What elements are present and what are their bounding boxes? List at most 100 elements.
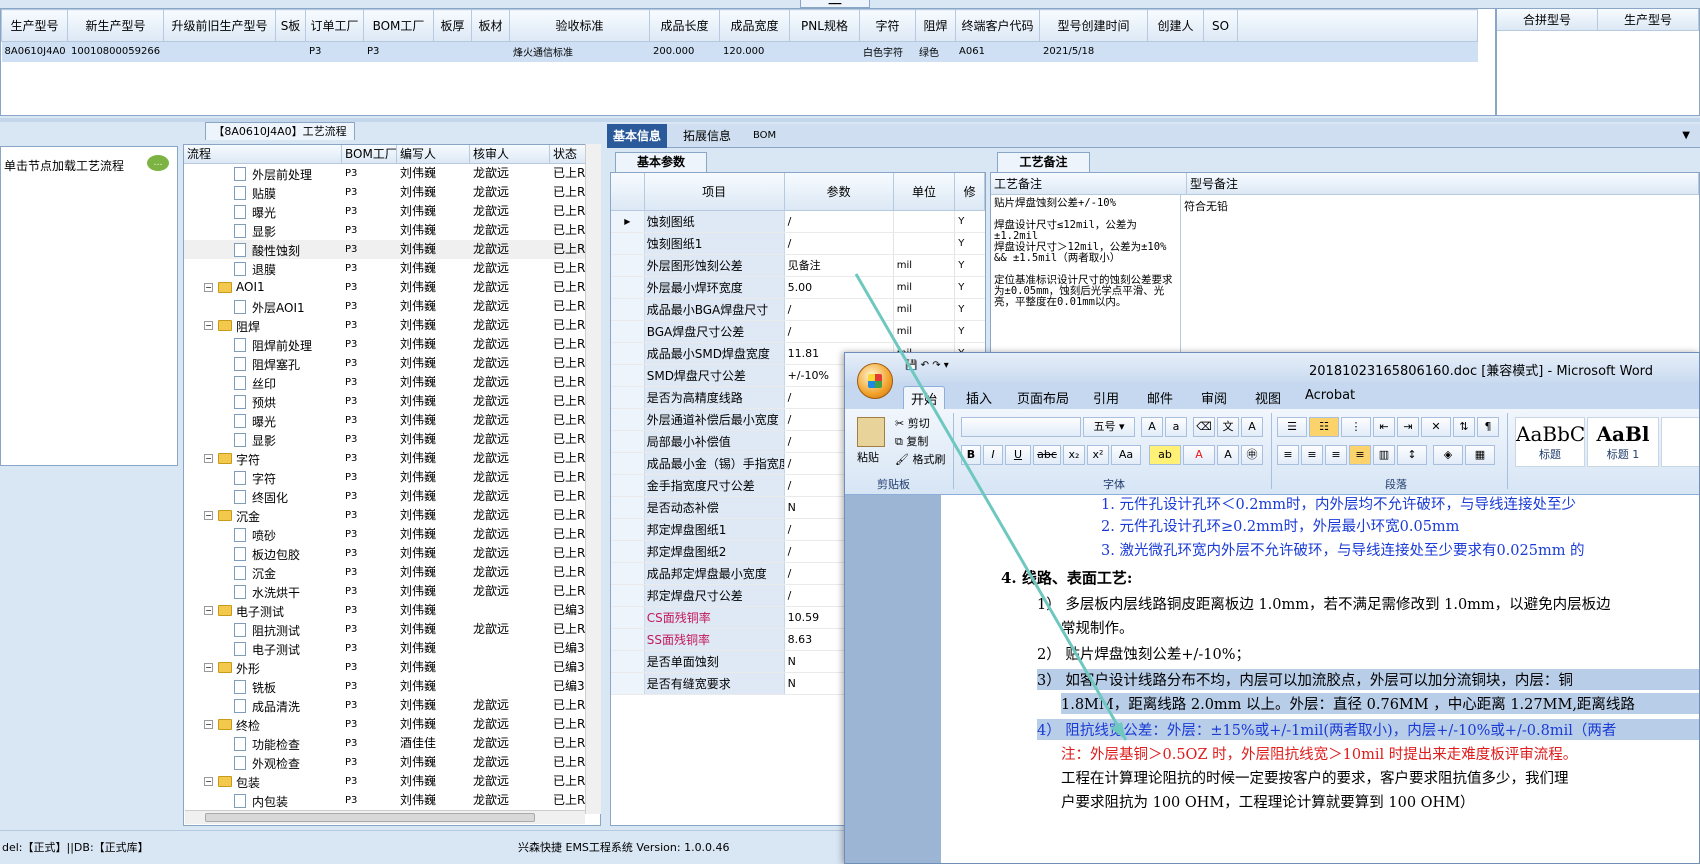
tree-row[interactable]: 酸性蚀刻 P3 刘伟巍 龙歆远 已上R (184, 240, 600, 259)
model-cell[interactable]: 白色字符 (859, 41, 916, 62)
borders-icon[interactable]: ▦ (1465, 445, 1495, 465)
model-cell[interactable]: P3 (363, 41, 434, 62)
tree-row[interactable]: − 电子测试 P3 刘伟巍 已编3 (184, 601, 600, 620)
collapse-icon[interactable]: − (204, 454, 213, 463)
param-unit[interactable]: mil (894, 277, 956, 298)
model-cell[interactable] (1203, 41, 1238, 62)
strike-button[interactable]: abc (1033, 445, 1061, 465)
param-value[interactable]: 见备注 (785, 255, 894, 276)
model-cell[interactable] (163, 41, 276, 62)
model-col-header[interactable]: 成品宽度 (719, 9, 790, 42)
align-left-icon[interactable]: ≡ (1277, 445, 1299, 465)
tree-row[interactable]: 板边包胶 P3 刘伟巍 龙歆远 已上R (184, 544, 600, 563)
tree-horizontal-scrollbar[interactable] (185, 810, 585, 824)
model-col-header[interactable]: 板材 (471, 9, 510, 42)
param-modify[interactable]: Y (955, 211, 985, 232)
tree-row[interactable]: 字符 P3 刘伟巍 龙歆远 已上R (184, 468, 600, 487)
scroll-thumb[interactable] (205, 813, 535, 822)
model-cell[interactable]: 2021/5/18 (1039, 41, 1148, 62)
param-unit[interactable]: mil (894, 321, 956, 342)
param-value[interactable]: 5.00 (785, 277, 894, 298)
top-splitter-handle[interactable]: ━━━ (800, 0, 870, 8)
change-case-button[interactable]: Aa (1111, 445, 1141, 465)
font-name-select[interactable] (961, 417, 1081, 437)
tab-extended-info[interactable]: 拓展信息 (677, 124, 737, 148)
tree-row[interactable]: 内包装 P3 刘伟巍 龙歆远 已上R (184, 791, 600, 810)
paste-icon[interactable] (857, 417, 885, 447)
col-merge-model[interactable]: 合拼型号 (1497, 9, 1598, 30)
col-status[interactable]: 状态 (550, 145, 586, 163)
model-col-header[interactable]: BOM工厂 (363, 9, 434, 42)
superscript-button[interactable]: x² (1087, 445, 1109, 465)
param-row[interactable]: 外层图形蚀刻公差 见备注 mil Y (611, 255, 985, 277)
tree-row[interactable]: 水洗烘干 P3 刘伟巍 龙歆远 已上R (184, 582, 600, 601)
sort-icon[interactable]: ⇅ (1453, 417, 1475, 437)
tree-row[interactable]: 铣板 P3 刘伟巍 已编3 (184, 677, 600, 696)
param-unit[interactable]: mil (894, 299, 956, 320)
param-row[interactable]: 蚀刻图纸1/ Y (611, 233, 985, 255)
align-right-icon[interactable]: ≡ (1325, 445, 1347, 465)
style-title[interactable]: AaBbC 标题 (1515, 417, 1585, 467)
tree-row[interactable]: 外观检查 P3 刘伟巍 龙歆远 已上R (184, 753, 600, 772)
param-modify[interactable]: Y (955, 321, 985, 342)
tree-row[interactable]: 曝光 P3 刘伟巍 龙歆远 已上R (184, 202, 600, 221)
tab-bom[interactable]: BOM (747, 124, 782, 148)
tree-row[interactable]: 阻焊前处理 P3 刘伟巍 龙歆远 已上R (184, 335, 600, 354)
tree-row[interactable]: 功能检查 P3 酒佳佳 龙歆远 已上R (184, 734, 600, 753)
param-row[interactable]: ▶ 蚀刻图纸 / Y (611, 211, 985, 233)
copy-button[interactable]: ⧉ 复制 (895, 433, 928, 449)
col-model-note[interactable]: 型号备注 (1187, 173, 1699, 194)
model-col-header[interactable]: 字符 (859, 9, 916, 42)
col-modify[interactable]: 修 (955, 173, 985, 210)
collapse-icon[interactable]: − (204, 283, 213, 292)
justify-icon[interactable]: ≡ (1349, 445, 1371, 465)
collapse-icon[interactable]: − (204, 663, 213, 672)
tree-row[interactable]: 外层前处理 P3 刘伟巍 龙歆远 已上R (184, 164, 600, 183)
quick-access-icons[interactable]: 💾 ↶ ↷ ▾ (905, 360, 949, 371)
collapse-icon[interactable]: − (204, 720, 213, 729)
line-spacing-icon[interactable]: ↕ (1397, 445, 1427, 465)
model-col-header[interactable]: 升级前旧生产型号 (163, 9, 276, 42)
font-color-icon[interactable]: A (1183, 445, 1215, 465)
ribbon-tab-acrobat[interactable]: Acrobat (1305, 388, 1355, 403)
tree-row[interactable]: 显影 P3 刘伟巍 龙歆远 已上R (184, 221, 600, 240)
paste-button[interactable]: 粘贴 (857, 449, 879, 465)
col-param[interactable]: 参数 (785, 173, 894, 210)
model-cell[interactable] (1147, 41, 1204, 62)
model-col-header[interactable]: 板厚 (433, 9, 472, 42)
tree-row[interactable]: − 阻焊 P3 刘伟巍 龙歆远 已上R (184, 316, 600, 335)
shading-icon[interactable]: ◈ (1433, 445, 1463, 465)
tab-basic-info[interactable]: 基本信息 (607, 124, 668, 148)
tree-row[interactable]: 喷砂 P3 刘伟巍 龙歆远 已上R (184, 525, 600, 544)
model-table-row[interactable]: 8A0610J4A0 10010800059266 P3 P3 烽火通信标准 200.00… (1, 41, 1478, 62)
col-reviewer[interactable]: 核审人 (470, 145, 550, 163)
word-titlebar[interactable]: 💾 ↶ ↷ ▾ 20181023165806160.doc [兼容模式] - M… (845, 353, 1699, 383)
model-cell[interactable]: 8A0610J4A0 (1, 41, 68, 62)
tree-row[interactable]: 成品清洗 P3 刘伟巍 龙歆远 已上R (184, 696, 600, 715)
ribbon-tab-home[interactable]: 开始 (903, 386, 946, 409)
tree-row[interactable]: 阻焊塞孔 P3 刘伟巍 龙歆远 已上R (184, 354, 600, 373)
subtab-craft-notes[interactable]: 工艺备注 (997, 152, 1090, 172)
clear-format-icon[interactable]: ⌫ (1193, 417, 1215, 437)
ribbon-tab-mailings[interactable]: 邮件 (1147, 388, 1173, 407)
param-row[interactable]: BGA焊盘尺寸公差 / mil Y (611, 321, 985, 343)
col-unit[interactable]: 单位 (894, 173, 956, 210)
param-unit[interactable] (894, 233, 956, 254)
grow-font-button[interactable]: A (1141, 417, 1163, 437)
col-item[interactable]: 项目 (645, 173, 785, 210)
phonetic-icon[interactable]: 文 (1217, 417, 1239, 437)
model-cell[interactable]: 烽火通信标准 (509, 41, 650, 62)
decrease-indent-icon[interactable]: ⇤ (1373, 417, 1395, 437)
col-writer[interactable]: 编写人 (397, 145, 470, 163)
model-cell[interactable] (789, 41, 860, 62)
tree-row[interactable]: − AOI1 P3 刘伟巍 龙歆远 已上R (184, 278, 600, 297)
char-shading-icon[interactable]: A (1217, 445, 1239, 465)
param-value[interactable]: / (785, 233, 894, 254)
model-col-header[interactable]: 阻焊 (915, 9, 956, 42)
tree-row[interactable]: 电子测试 P3 刘伟巍 已编3 (184, 639, 600, 658)
model-col-header[interactable]: 生产型号 (1, 9, 68, 42)
model-col-header[interactable]: 型号创建时间 (1039, 9, 1148, 42)
font-size-select[interactable]: 五号 ▾ (1083, 417, 1135, 437)
tree-row[interactable]: 曝光 P3 刘伟巍 龙歆远 已上R (184, 411, 600, 430)
chinese-layout-icon[interactable]: ✕ (1421, 417, 1451, 437)
